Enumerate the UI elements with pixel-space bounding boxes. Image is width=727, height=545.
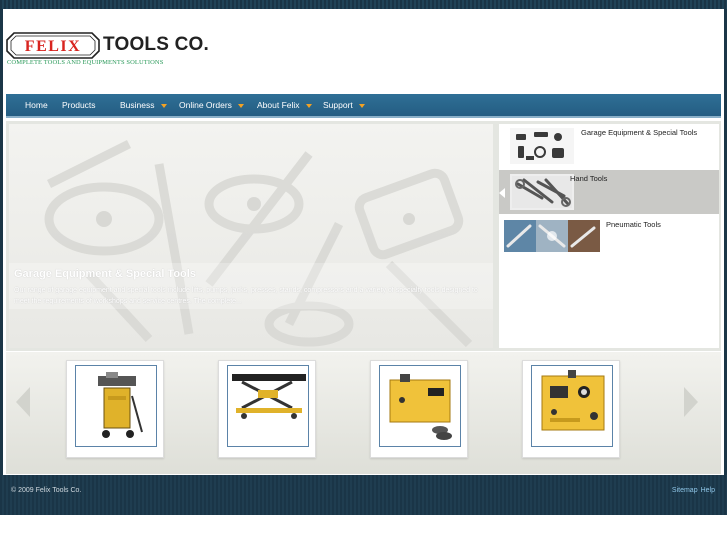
nav-support[interactable]: Support (323, 94, 365, 116)
arrow-left-icon[interactable] (16, 387, 30, 417)
product-card-4[interactable] (522, 360, 620, 458)
copyright-text: © 2009 Felix Tools Co. (11, 487, 82, 494)
yellow-tool-trolley-icon (75, 365, 157, 447)
garage-tools-thumbnail-icon (510, 128, 574, 164)
bottom-spacer (0, 515, 727, 545)
pneumatic-tools-thumbnail-icon (504, 220, 600, 252)
caret-down-icon (305, 103, 312, 108)
footer-links: Sitemap Help (669, 487, 715, 494)
nav-products-label: Products (62, 100, 96, 110)
nav-business-label: Business (120, 100, 155, 110)
feature-description: Our range of garage equipment and specia… (14, 287, 478, 305)
category-item-hand-tools[interactable]: Hand Tools (499, 170, 719, 214)
hand-tools-thumbnail-icon (510, 174, 574, 210)
feature-slider: Garage Equipment & Special Tools Our ran… (6, 121, 721, 351)
nav-support-label: Support (323, 100, 353, 110)
yellow-battery-charger-icon (379, 365, 461, 447)
nav-online-orders[interactable]: Online Orders (179, 94, 244, 116)
faded-tools-illustration (44, 139, 473, 348)
page: FELIX TOOLS CO. COMPLETE TOOLS AND EQUIP… (0, 0, 727, 545)
category-label-pneumatic: Pneumatic Tools (606, 220, 661, 229)
caret-down-icon (237, 103, 244, 108)
pointer-left-icon (499, 188, 505, 198)
site-logo[interactable]: FELIX TOOLS CO. COMPLETE TOOLS AND EQUIP… (6, 29, 306, 79)
top-strip (0, 0, 727, 9)
motorcycle-lift-table-icon (227, 365, 309, 447)
feature-title: Garage Equipment & Special Tools (14, 268, 196, 280)
main-nav: Home Products Business Online Orders Abo… (6, 94, 721, 118)
feature-caption: Garage Equipment & Special Tools Our ran… (9, 263, 493, 309)
caret-down-icon (160, 103, 167, 108)
nav-business[interactable]: Business (120, 94, 167, 116)
category-list: Garage Equipment & Special Tools Hand To… (499, 124, 719, 348)
product-card-1[interactable] (66, 360, 164, 458)
nav-home[interactable]: Home (25, 94, 48, 116)
product-carousel (6, 352, 721, 474)
site-footer: © 2009 Felix Tools Co. Sitemap Help (0, 475, 727, 515)
brand-tagline: COMPLETE TOOLS AND EQUIPMENTS SOLUTIONS (7, 59, 164, 66)
footer-link-help[interactable]: Help (701, 487, 715, 494)
caret-down-icon (358, 103, 365, 108)
yellow-tester-panel-icon (531, 365, 613, 447)
feature-image[interactable]: Garage Equipment & Special Tools Our ran… (9, 124, 493, 348)
nav-about-felix[interactable]: About Felix (257, 94, 312, 116)
category-label-hand-tools: Hand Tools (570, 174, 608, 183)
category-item-garage[interactable]: Garage Equipment & Special Tools (499, 124, 719, 168)
badge-text: FELIX (25, 38, 81, 55)
felix-badge-icon: FELIX (6, 32, 100, 59)
nav-about-felix-label: About Felix (257, 100, 300, 110)
product-card-3[interactable] (370, 360, 468, 458)
content-wrapper: FELIX TOOLS CO. COMPLETE TOOLS AND EQUIP… (3, 9, 724, 475)
brand-name: TOOLS CO. (103, 34, 209, 55)
product-card-2[interactable] (218, 360, 316, 458)
nav-products[interactable]: Products (62, 94, 96, 116)
category-item-pneumatic[interactable]: Pneumatic Tools (499, 216, 719, 260)
category-label-garage: Garage Equipment & Special Tools (581, 128, 698, 137)
arrow-right-icon[interactable] (684, 387, 698, 417)
nav-home-label: Home (25, 100, 48, 110)
footer-link-sitemap[interactable]: Sitemap (672, 487, 698, 494)
nav-online-orders-label: Online Orders (179, 100, 232, 110)
